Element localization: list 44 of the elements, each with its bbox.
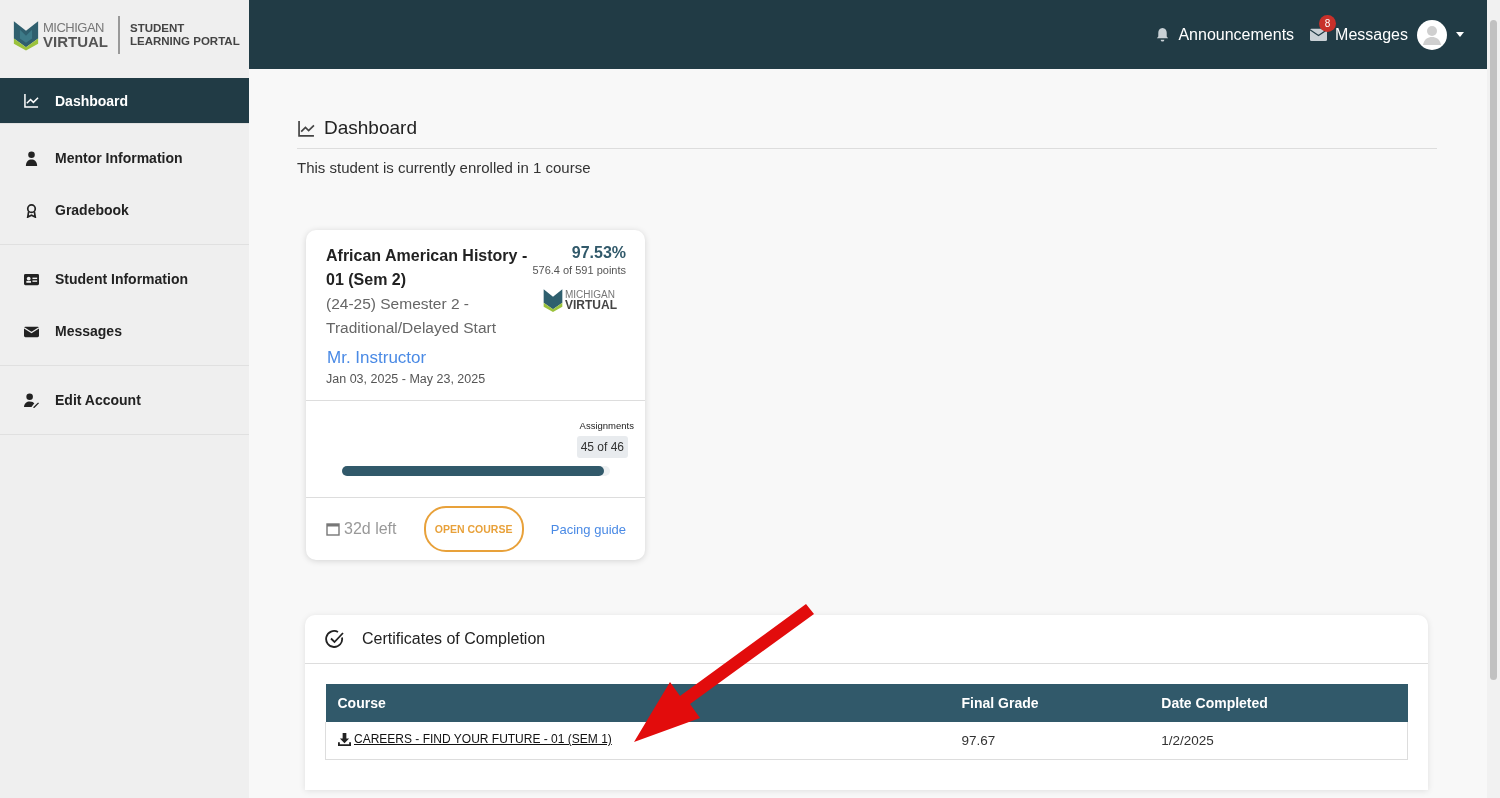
course-title[interactable]: African American History - 01 (Sem 2) xyxy=(326,244,531,292)
check-circle-icon xyxy=(325,629,345,649)
sidebar-item[interactable]: Gradebook xyxy=(0,184,249,236)
course-dates: Jan 03, 2025 - May 23, 2025 xyxy=(306,368,645,401)
instructor-link[interactable]: Mr. Instructor xyxy=(306,340,645,368)
download-icon xyxy=(338,732,351,746)
user-edit-icon xyxy=(24,392,39,408)
caret-icon[interactable] xyxy=(1456,32,1464,37)
sidebar-item[interactable]: Messages xyxy=(0,305,249,357)
avatar-icon[interactable] xyxy=(1417,19,1447,50)
message-count-badge: 8 xyxy=(1319,15,1337,32)
chevron-logo-icon xyxy=(543,287,563,313)
page-title: Dashboard xyxy=(324,117,417,139)
calendar-icon xyxy=(326,522,340,536)
scrollbar[interactable] xyxy=(1487,0,1500,798)
pacing-guide-link[interactable]: Pacing guide xyxy=(550,521,626,537)
mail-icon[interactable] xyxy=(1310,27,1328,42)
chart-icon xyxy=(297,119,316,137)
sidebar-item[interactable]: Student Information xyxy=(0,253,249,305)
person-icon xyxy=(24,150,39,166)
days-left: 32d left xyxy=(344,520,397,538)
table-cell: 97.67 xyxy=(949,722,1150,759)
portal-logo: MICHIGAN VIRTUAL STUDENT LEARNING PORTAL xyxy=(0,0,249,69)
column-header: Date Completed xyxy=(1149,684,1408,722)
panel-title: Certificates of Completion xyxy=(362,630,546,648)
sidebar-item[interactable]: Edit Account xyxy=(0,374,249,426)
table-cell: 1/2/2025 xyxy=(1149,722,1408,759)
messages-link[interactable]: Messages xyxy=(1335,25,1408,44)
chart-icon xyxy=(24,93,39,108)
provider-logo: MICHIGAN VIRTUAL xyxy=(543,287,617,313)
column-header: Course xyxy=(325,684,950,722)
column-header: Final Grade xyxy=(949,684,1150,722)
sidebar-item[interactable]: Dashboard xyxy=(0,78,249,123)
certificate-download-link[interactable]: CAREERS - FIND YOUR FUTURE - 01 (SEM 1) xyxy=(338,732,612,746)
course-term: (24-25) Semester 2 - Traditional/Delayed Start xyxy=(326,294,497,338)
grade-percent: 97.53% xyxy=(571,244,626,262)
points-text: 576.4 of 591 points xyxy=(532,264,626,276)
id-card-icon xyxy=(24,271,39,287)
progress-tooltip: 45 of 46 xyxy=(576,436,628,458)
award-icon xyxy=(24,202,39,218)
announcements-link[interactable]: Announcements xyxy=(1154,25,1295,44)
enrollment-text: This student is currently enrolled in 1 course xyxy=(297,159,592,176)
progress-label: Assignments xyxy=(579,420,634,431)
sidebar-item[interactable]: Mentor Information xyxy=(0,132,249,184)
